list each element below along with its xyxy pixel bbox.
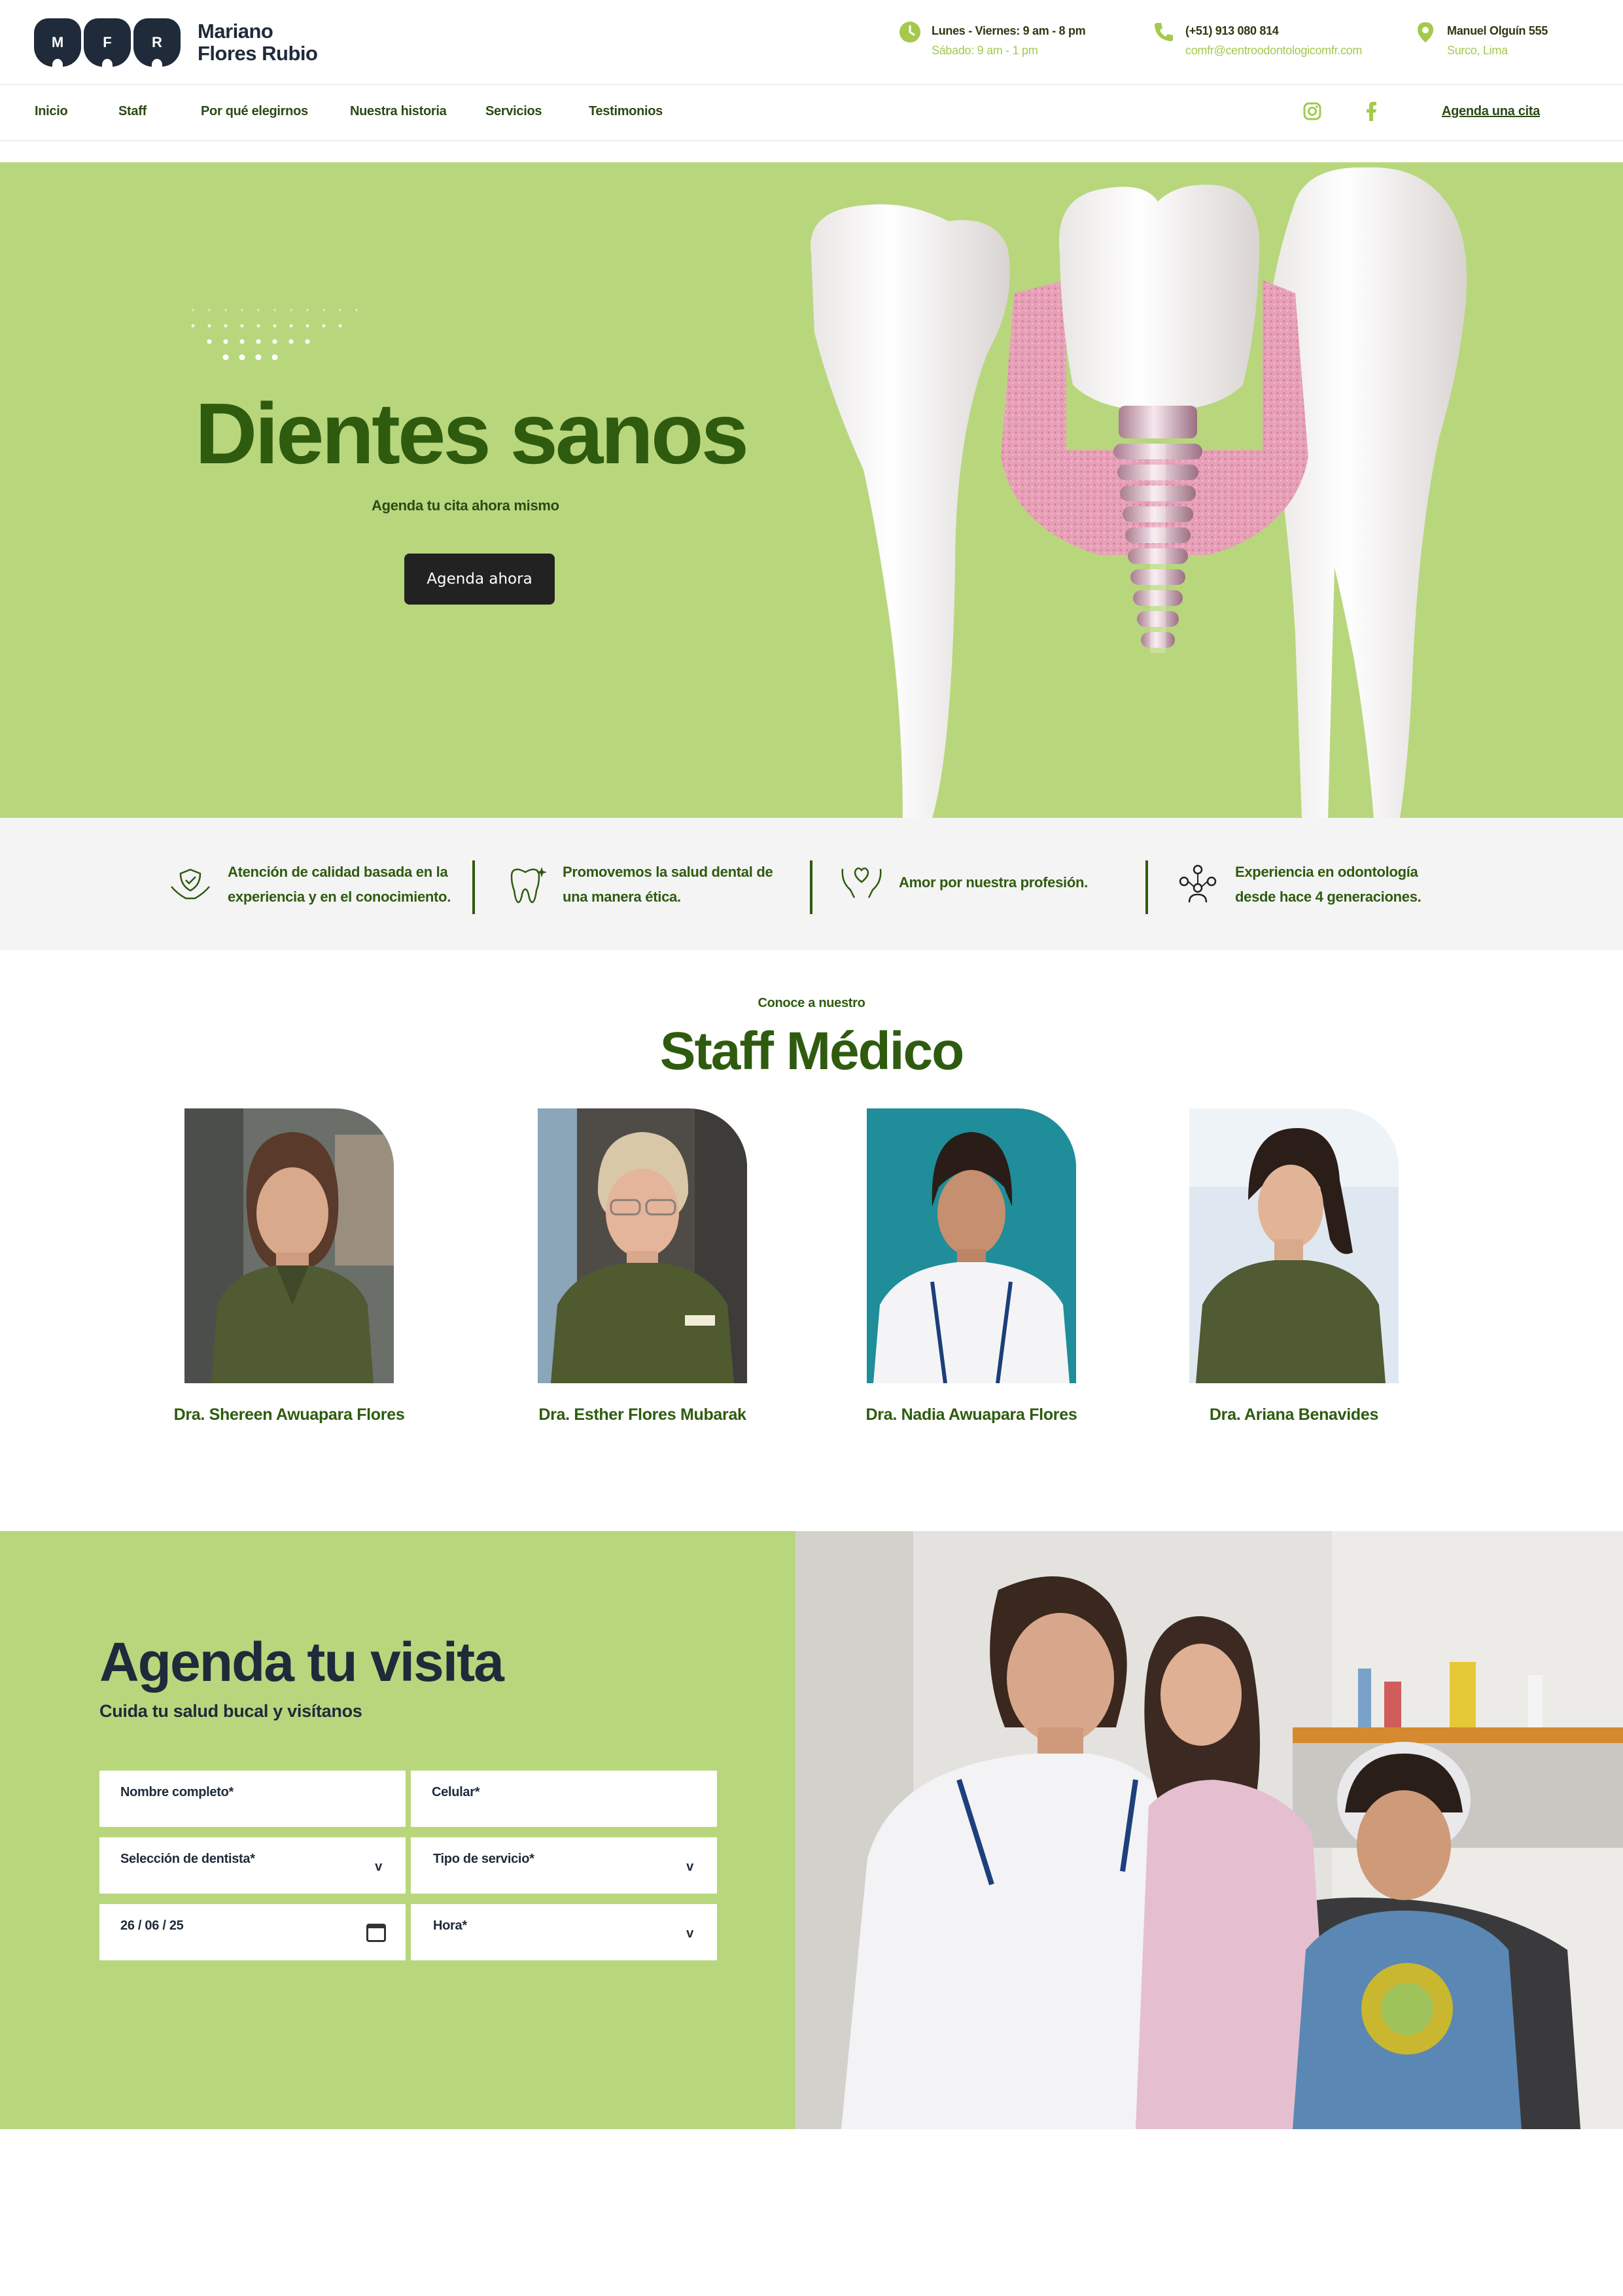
- brand-name: Mariano Flores Rubio: [198, 20, 318, 65]
- feature-quality: Atención de calidad basada en la experie…: [167, 860, 451, 910]
- full-name-field[interactable]: Nombre completo*: [99, 1771, 406, 1827]
- chevron-down-icon: v: [375, 1860, 382, 1874]
- field-label: Tipo de servicio*: [433, 1852, 534, 1866]
- divider: [472, 860, 475, 914]
- time-select[interactable]: Hora* v: [411, 1904, 717, 1960]
- feature-text: Atención de calidad basada en la: [228, 864, 448, 880]
- brand-name-line2: Flores Rubio: [198, 42, 318, 65]
- nav-nuestra-historia[interactable]: Nuestra historia: [350, 104, 447, 119]
- phone-info: (+51) 913 080 814 comfr@centroodontologi…: [1153, 21, 1362, 60]
- hero-section: Dientes sanos Agenda tu cita ahora mismo…: [0, 162, 1623, 818]
- doctor-card[interactable]: Dra. Nadia Awuapara Flores: [866, 1108, 1077, 1424]
- booking-subtitle: Cuida tu salud bucal y visítanos: [99, 1701, 362, 1721]
- logo-tooth-r: R: [133, 18, 181, 71]
- date-field[interactable]: 26 / 06 / 25: [99, 1904, 406, 1960]
- chevron-down-icon: v: [686, 1926, 693, 1941]
- doctor-name: Dra. Esther Flores Mubarak: [538, 1405, 746, 1424]
- divider: [810, 860, 812, 914]
- feature-text: desde hace 4 generaciones.: [1235, 889, 1422, 905]
- book-appointment-link[interactable]: Agenda una cita: [1442, 104, 1540, 119]
- field-label: Celular*: [432, 1785, 480, 1799]
- phone-field[interactable]: Celular*: [411, 1771, 717, 1827]
- hero-subtitle: Agenda tu cita ahora mismo: [372, 497, 559, 514]
- location-pin-icon: [1418, 22, 1433, 43]
- address-info: Manuel Olguín 555 Surco, Lima: [1414, 21, 1548, 60]
- field-label: Selección de dentista*: [120, 1852, 255, 1866]
- logo-tooth-m: M: [34, 18, 81, 71]
- doctor-photo: [184, 1108, 394, 1383]
- nav-staff[interactable]: Staff: [118, 104, 147, 119]
- brand-logo[interactable]: M F R Mariano Flores Rubio: [34, 18, 318, 71]
- booking-section: Agenda tu visita Cuida tu salud bucal y …: [0, 1531, 795, 2129]
- phone-number[interactable]: (+51) 913 080 814: [1185, 21, 1362, 41]
- dental-implant-illustration: [811, 167, 1467, 818]
- doctor-name: Dra. Shereen Awuapara Flores: [173, 1405, 405, 1424]
- instagram-icon[interactable]: [1299, 98, 1325, 124]
- top-bar: M F R Mariano Flores Rubio Lunes - Viern…: [0, 0, 1623, 85]
- brand-name-line1: Mariano: [198, 20, 273, 43]
- logo-letter: M: [51, 34, 64, 50]
- logo-letter: F: [103, 34, 112, 50]
- email-link[interactable]: comfr@centroodontologicomfr.com: [1185, 41, 1362, 60]
- feature-text: Experiencia en odontología: [1235, 864, 1418, 880]
- nav-inicio[interactable]: Inicio: [35, 104, 68, 119]
- feature-text: una manera ética.: [563, 889, 681, 905]
- hours-saturday: Sábado: 9 am - 1 pm: [932, 44, 1038, 57]
- staff-eyebrow: Conoce a nuestro: [758, 996, 865, 1010]
- service-select[interactable]: Tipo de servicio* v: [411, 1837, 717, 1894]
- dentist-select[interactable]: Selección de dentista* v: [99, 1837, 406, 1894]
- nav-servicios[interactable]: Servicios: [485, 104, 542, 119]
- hours-info: Lunes - Viernes: 9 am - 8 pm Sábado: 9 a…: [899, 21, 1086, 60]
- clinic-photo: [795, 1531, 1623, 2129]
- doctor-name: Dra. Nadia Awuapara Flores: [865, 1405, 1077, 1424]
- logo-tooth-f: F: [84, 18, 131, 71]
- family-tree-icon: [1179, 864, 1217, 903]
- field-label: Hora*: [433, 1918, 467, 1933]
- feature-ethics: Promovemos la salud dental de una manera…: [502, 860, 773, 910]
- logo-letter: R: [152, 34, 162, 50]
- hours-weekdays: Lunes - Viernes: 9 am - 8 pm: [932, 24, 1086, 37]
- doctor-card[interactable]: Dra. Shereen Awuapara Flores: [174, 1108, 405, 1424]
- doctor-photo: [538, 1108, 747, 1383]
- booking-title: Agenda tu visita: [99, 1631, 504, 1693]
- main-nav: Inicio Staff Por qué elegirnos Nuestra h…: [0, 86, 1623, 141]
- nav-por-que-elegirnos[interactable]: Por qué elegirnos: [201, 104, 308, 119]
- feature-text: experiencia y en el conocimiento.: [228, 889, 451, 905]
- hero-title: Dientes sanos: [195, 385, 749, 482]
- address-city: Surco, Lima: [1447, 44, 1508, 57]
- phone-icon: [1155, 23, 1173, 41]
- feature-love: Amor por nuestra profesión.: [839, 860, 1088, 906]
- feature-text: Amor por nuestra profesión.: [899, 874, 1088, 891]
- date-value: 26 / 06 / 25: [120, 1918, 184, 1933]
- doctor-photo: [867, 1108, 1076, 1383]
- nav-testimonios[interactable]: Testimonios: [589, 104, 663, 119]
- decorative-dots: [191, 309, 358, 361]
- clock-icon: [899, 22, 920, 43]
- chevron-down-icon: v: [686, 1860, 693, 1874]
- hands-shield-icon: [171, 868, 210, 900]
- feature-experience: Experiencia en odontología desde hace 4 …: [1175, 860, 1422, 910]
- doctor-photo: [1189, 1108, 1399, 1383]
- features-strip: Atención de calidad basada en la experie…: [0, 818, 1623, 950]
- tooth-sparkle-icon: [510, 867, 547, 904]
- book-now-button[interactable]: Agenda ahora: [404, 554, 555, 605]
- doctor-card[interactable]: Dra. Esther Flores Mubarak: [538, 1108, 747, 1424]
- facebook-icon[interactable]: [1358, 98, 1384, 124]
- divider: [1145, 860, 1148, 914]
- staff-title: Staff Médico: [659, 1021, 964, 1081]
- feature-text: Promovemos la salud dental de: [563, 864, 773, 880]
- doctor-card[interactable]: Dra. Ariana Benavides: [1189, 1108, 1399, 1424]
- doctor-name: Dra. Ariana Benavides: [1209, 1405, 1379, 1424]
- field-label: Nombre completo*: [120, 1785, 234, 1799]
- hands-heart-icon: [841, 867, 882, 898]
- calendar-icon[interactable]: [366, 1924, 386, 1942]
- address-street: Manuel Olguín 555: [1447, 24, 1548, 37]
